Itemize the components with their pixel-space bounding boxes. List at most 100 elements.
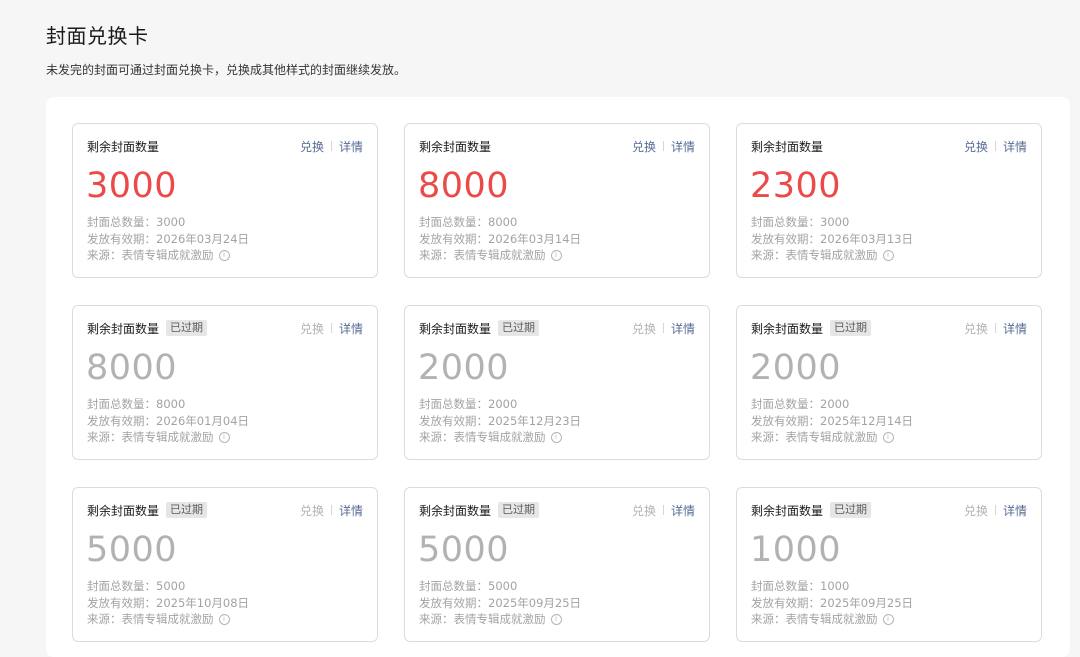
card-actions: 兑换 详情 — [964, 502, 1027, 519]
info-icon[interactable]: i — [218, 249, 230, 261]
card-info: 封面总数量：8000 发放有效期：2026年03月14日 来源：表情专辑成就激励… — [419, 214, 581, 264]
details-link[interactable]: 详情 — [1003, 320, 1027, 337]
card-header: 剩余封面数量 兑换 详情 — [87, 136, 363, 156]
exchange-card-3: 剩余封面数量 兑换 详情 2300 封面总数量：3000 发放有效期：2026年… — [736, 123, 1042, 278]
action-divider — [994, 141, 996, 151]
action-divider — [662, 505, 664, 515]
total-count-text: 封面总数量：8000 — [87, 397, 186, 411]
exchange-card-8: 剩余封面数量 已过期 兑换 详情 5000 封面总数量：5000 发放有效期：2… — [404, 487, 710, 642]
source-text: 来源：表情专辑成就激励 i — [87, 247, 249, 264]
validity-text: 发放有效期：2026年01月04日 — [87, 413, 250, 428]
source-text: 来源：表情专辑成就激励 i — [87, 429, 249, 446]
remaining-count: 8000 — [418, 166, 510, 206]
card-info: 封面总数量：5000 发放有效期：2025年09月25日 来源：表情专辑成就激励… — [419, 578, 581, 628]
action-divider — [662, 323, 664, 333]
card-header: 剩余封面数量 已过期 兑换 详情 — [751, 318, 1027, 338]
info-icon[interactable]: i — [550, 431, 562, 443]
details-link[interactable]: 详情 — [339, 138, 363, 155]
card-header: 剩余封面数量 已过期 兑换 详情 — [751, 500, 1027, 520]
details-link[interactable]: 详情 — [339, 320, 363, 337]
redeem-link: 兑换 — [963, 321, 988, 336]
card-actions: 兑换 详情 — [964, 320, 1027, 337]
card-actions: 兑换 详情 — [632, 320, 695, 337]
card-actions: 兑换 详情 — [964, 138, 1027, 155]
cards-panel: 剩余封面数量 兑换 详情 3000 封面总数量：3000 发放有效期：2026年… — [46, 97, 1070, 657]
redeem-link[interactable]: 兑换 — [964, 138, 988, 155]
exchange-card-2: 剩余封面数量 兑换 详情 8000 封面总数量：8000 发放有效期：2026年… — [404, 123, 710, 278]
remaining-label: 剩余封面数量 — [419, 139, 492, 154]
redeem-link: 兑换 — [299, 321, 324, 336]
expired-badge: 已过期 — [498, 502, 540, 518]
total-count-text: 封面总数量：1000 — [751, 579, 850, 593]
total-count-text: 封面总数量：3000 — [751, 215, 850, 229]
card-actions: 兑换 详情 — [300, 502, 363, 519]
action-divider — [994, 505, 996, 515]
details-link[interactable]: 详情 — [1003, 502, 1027, 519]
source-text: 来源：表情专辑成就激励 i — [751, 247, 913, 264]
action-divider — [330, 141, 332, 151]
action-divider — [330, 323, 332, 333]
exchange-card-6: 剩余封面数量 已过期 兑换 详情 2000 封面总数量：2000 发放有效期：2… — [736, 305, 1042, 460]
validity-text: 发放有效期：2025年12月14日 — [751, 413, 914, 428]
info-icon[interactable]: i — [882, 613, 894, 625]
card-header: 剩余封面数量 已过期 兑换 详情 — [419, 500, 695, 520]
validity-text: 发放有效期：2025年10月08日 — [87, 595, 250, 610]
total-count-text: 封面总数量：8000 — [419, 215, 518, 229]
exchange-card-5: 剩余封面数量 已过期 兑换 详情 2000 封面总数量：2000 发放有效期：2… — [404, 305, 710, 460]
total-count-text: 封面总数量：5000 — [419, 579, 518, 593]
source-text: 来源：表情专辑成就激励 i — [419, 429, 581, 446]
info-icon[interactable]: i — [550, 613, 562, 625]
remaining-count: 1000 — [750, 530, 842, 570]
details-link[interactable]: 详情 — [671, 502, 695, 519]
remaining-label: 剩余封面数量 — [419, 321, 492, 336]
expired-badge: 已过期 — [830, 502, 872, 518]
page-title: 封面兑换卡 — [46, 24, 149, 48]
info-icon[interactable]: i — [218, 431, 230, 443]
details-link[interactable]: 详情 — [671, 138, 695, 155]
exchange-card-4: 剩余封面数量 已过期 兑换 详情 8000 封面总数量：8000 发放有效期：2… — [72, 305, 378, 460]
validity-text: 发放有效期：2025年12月23日 — [419, 413, 582, 428]
total-count-text: 封面总数量：2000 — [419, 397, 518, 411]
info-icon[interactable]: i — [882, 431, 894, 443]
info-icon[interactable]: i — [550, 249, 562, 261]
info-icon[interactable]: i — [218, 613, 230, 625]
details-link[interactable]: 详情 — [339, 502, 363, 519]
card-info: 封面总数量：2000 发放有效期：2025年12月14日 来源：表情专辑成就激励… — [751, 396, 913, 446]
remaining-label: 剩余封面数量 — [751, 139, 824, 154]
card-actions: 兑换 详情 — [632, 138, 695, 155]
cover-exchange-page: 封面兑换卡 未发完的封面可通过封面兑换卡，兑换成其他样式的封面继续发放。 剩余封… — [0, 0, 1080, 657]
details-link[interactable]: 详情 — [671, 320, 695, 337]
validity-text: 发放有效期：2026年03月14日 — [419, 231, 582, 246]
card-actions: 兑换 详情 — [632, 502, 695, 519]
card-info: 封面总数量：1000 发放有效期：2025年09月25日 来源：表情专辑成就激励… — [751, 578, 913, 628]
remaining-count: 8000 — [86, 348, 178, 388]
expired-badge: 已过期 — [166, 502, 208, 518]
validity-text: 发放有效期：2025年09月25日 — [419, 595, 582, 610]
card-info: 封面总数量：3000 发放有效期：2026年03月24日 来源：表情专辑成就激励… — [87, 214, 249, 264]
validity-text: 发放有效期：2026年03月24日 — [87, 231, 250, 246]
card-info: 封面总数量：2000 发放有效期：2025年12月23日 来源：表情专辑成就激励… — [419, 396, 581, 446]
total-count-text: 封面总数量：5000 — [87, 579, 186, 593]
card-header: 剩余封面数量 兑换 详情 — [751, 136, 1027, 156]
redeem-link[interactable]: 兑换 — [632, 138, 656, 155]
card-actions: 兑换 详情 — [300, 320, 363, 337]
total-count-text: 封面总数量：3000 — [87, 215, 186, 229]
redeem-link: 兑换 — [299, 503, 324, 518]
card-grid: 剩余封面数量 兑换 详情 3000 封面总数量：3000 发放有效期：2026年… — [72, 123, 1042, 642]
action-divider — [994, 323, 996, 333]
remaining-label: 剩余封面数量 — [751, 321, 824, 336]
source-text: 来源：表情专辑成就激励 i — [751, 611, 913, 628]
card-header: 剩余封面数量 已过期 兑换 详情 — [419, 318, 695, 338]
validity-text: 发放有效期：2026年03月13日 — [751, 231, 914, 246]
remaining-label: 剩余封面数量 — [87, 503, 160, 518]
remaining-count: 2300 — [750, 166, 842, 206]
source-text: 来源：表情专辑成就激励 i — [87, 611, 249, 628]
validity-text: 发放有效期：2025年09月25日 — [751, 595, 914, 610]
redeem-link: 兑换 — [631, 321, 656, 336]
remaining-count: 5000 — [86, 530, 178, 570]
details-link[interactable]: 详情 — [1003, 138, 1027, 155]
redeem-link: 兑换 — [963, 503, 988, 518]
card-info: 封面总数量：8000 发放有效期：2026年01月04日 来源：表情专辑成就激励… — [87, 396, 249, 446]
info-icon[interactable]: i — [882, 249, 894, 261]
redeem-link[interactable]: 兑换 — [300, 138, 324, 155]
